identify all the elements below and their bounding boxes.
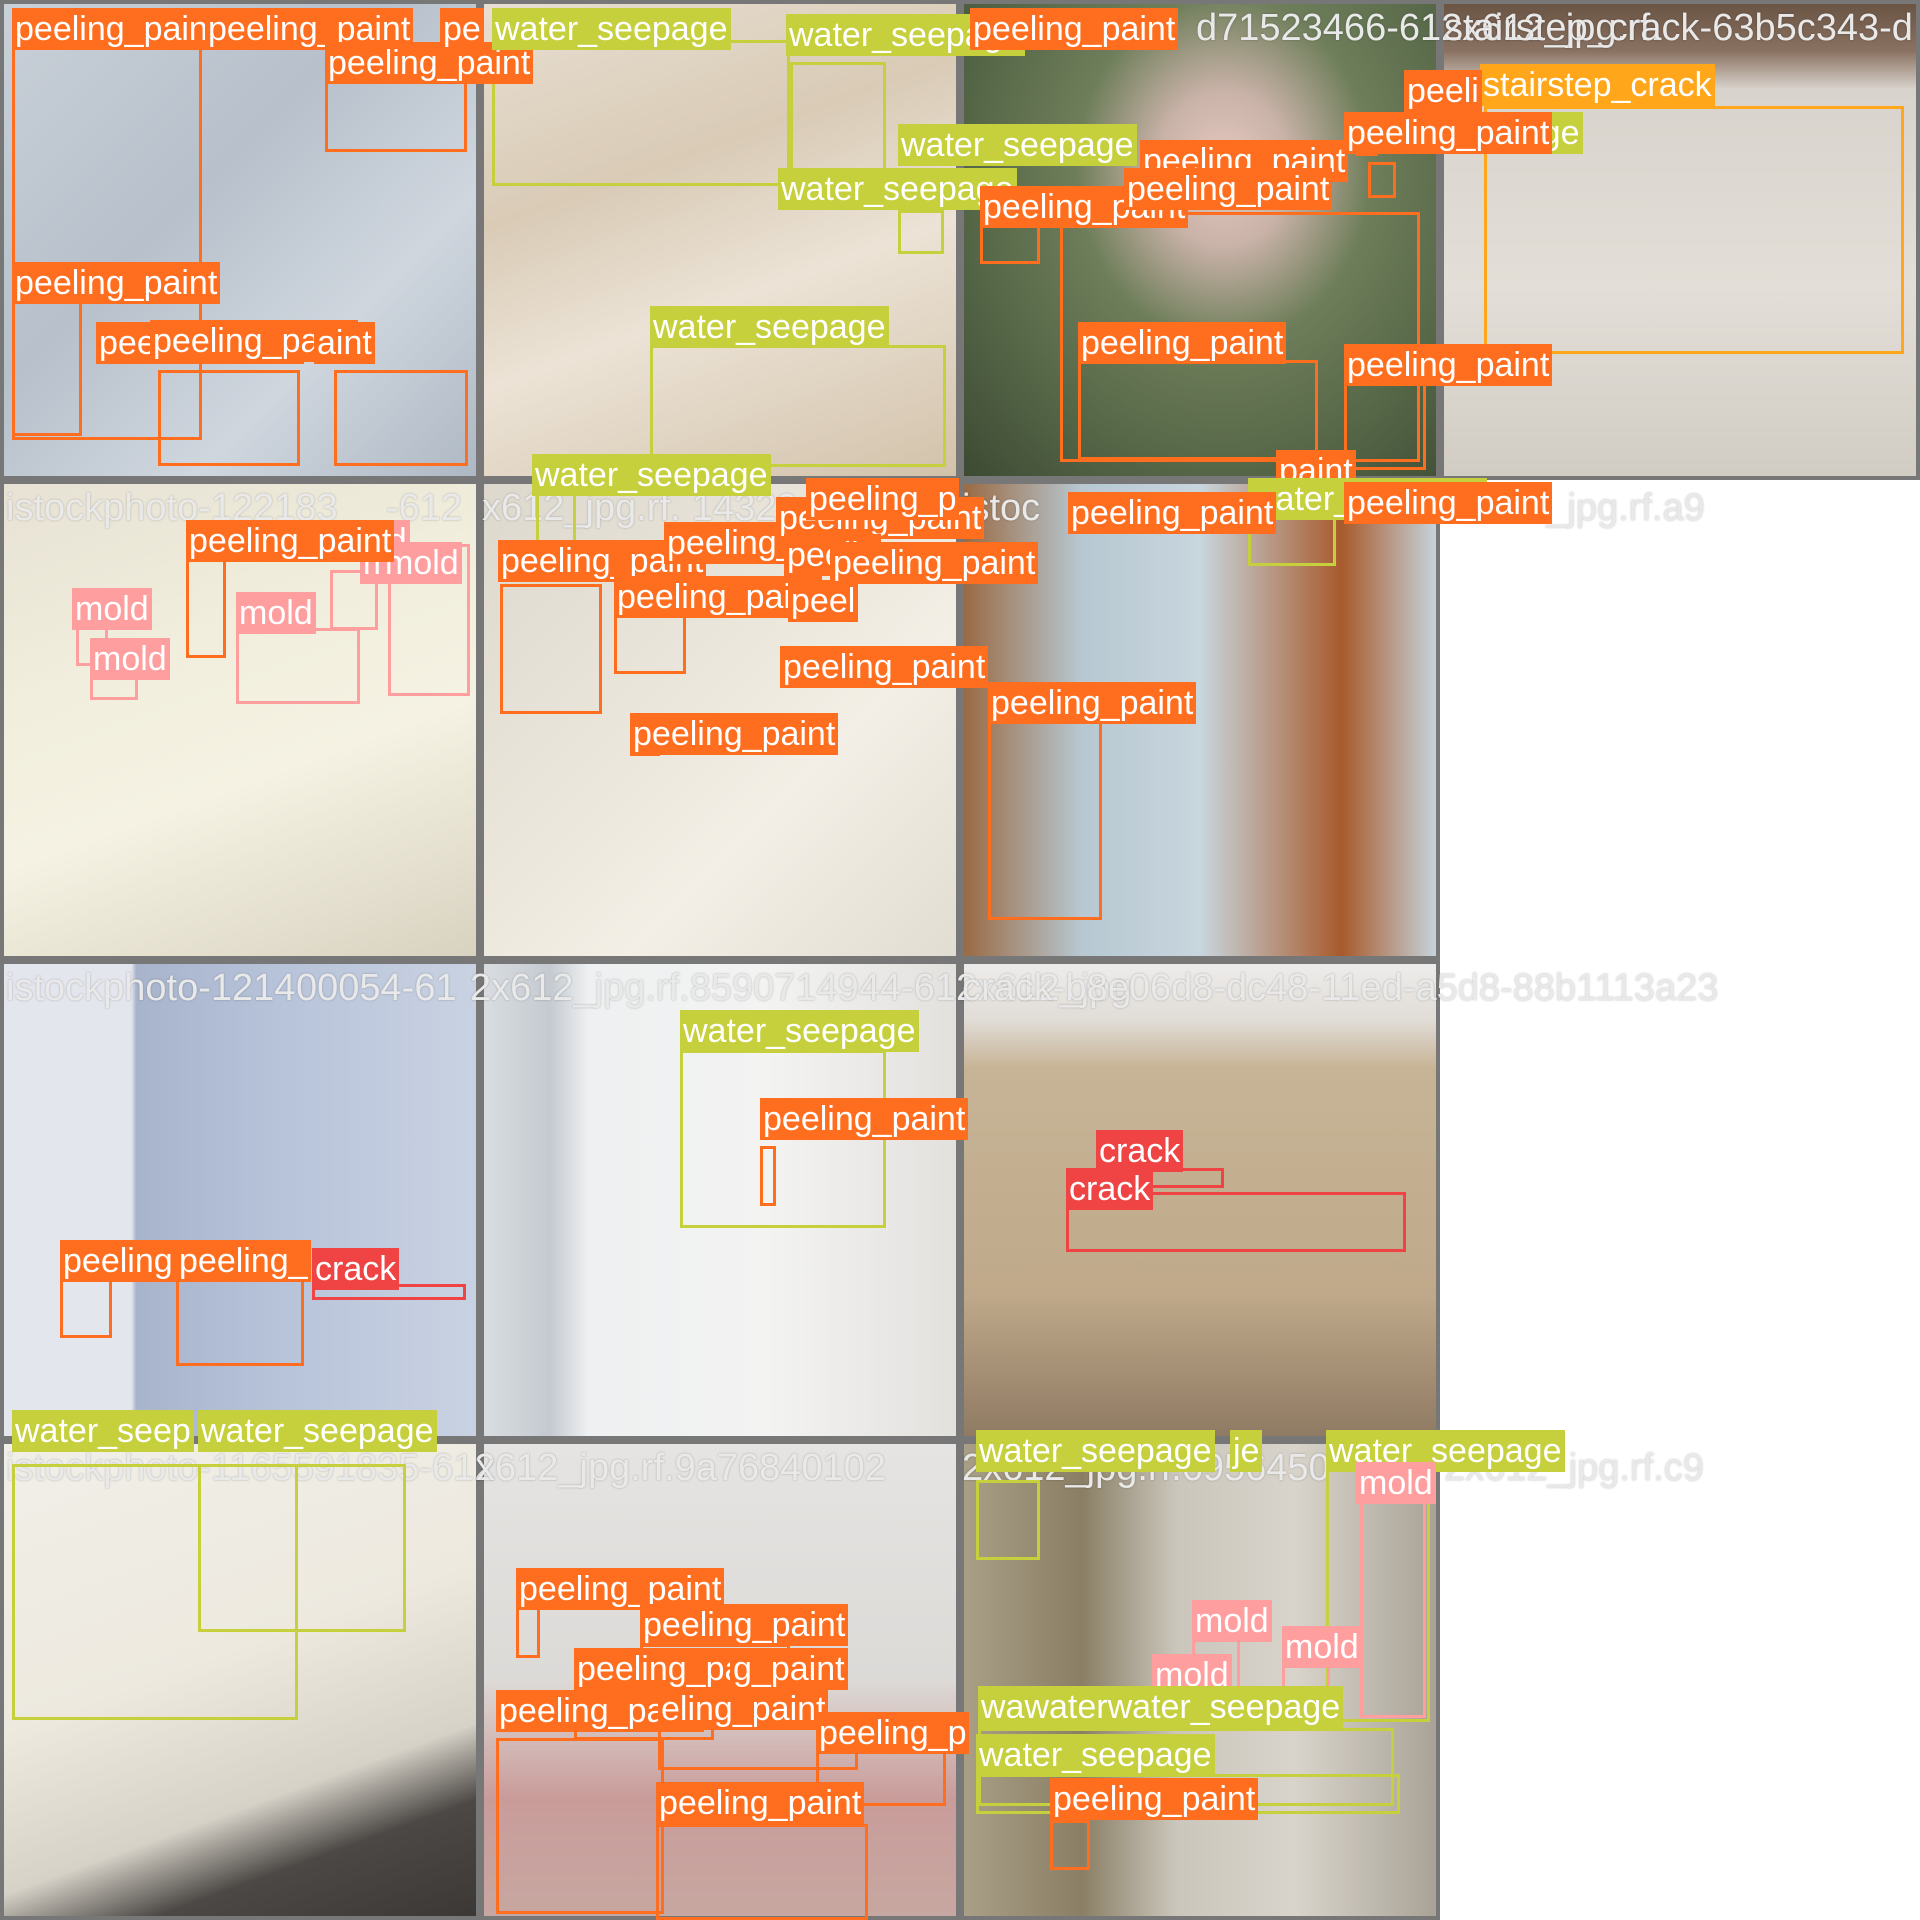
detection-box [988, 690, 1102, 920]
detection-label: peeling_paint [656, 1782, 865, 1824]
detection-label: peeling_ [176, 1240, 311, 1282]
detection-box [516, 1602, 540, 1658]
detection-box [198, 1464, 406, 1632]
detection-label: peeling [60, 1240, 176, 1282]
detection-box [325, 78, 467, 152]
detection-label: crack [1096, 1130, 1184, 1172]
detection-label: peeling_paint [1344, 482, 1553, 524]
detection-label: g_paint [730, 1648, 848, 1690]
detection-box [496, 1738, 664, 1914]
detection-label: mold [1192, 1600, 1272, 1642]
detection-label: peeling_paint [12, 8, 221, 50]
detection-label: crack [1066, 1168, 1154, 1210]
detection-box [790, 62, 886, 178]
detection-label: crack [312, 1248, 400, 1290]
detection-label: peeling_paint [1344, 344, 1553, 386]
detection-label: peel [788, 580, 859, 622]
detection-box [760, 1146, 776, 1206]
detection-label: pe [440, 8, 484, 50]
detection-box [176, 1276, 304, 1366]
detection-label: mold [1356, 1462, 1436, 1504]
detection-box [650, 345, 946, 467]
detection-label: water_seepage [532, 454, 771, 496]
detection-label: peeling_paint [1050, 1778, 1259, 1820]
detection-label: mold [236, 592, 316, 634]
detection-box [500, 584, 602, 714]
detection-box [236, 628, 360, 704]
detection-label: peeling_paint [1124, 168, 1333, 210]
detection-label: peeling_paint [1078, 322, 1287, 364]
detection-box [656, 1824, 868, 1920]
detection-label: mold [1282, 1626, 1362, 1668]
detection-label: peeling_paint [1344, 112, 1553, 154]
detection-label: mold [72, 588, 152, 630]
detection-box [1368, 162, 1396, 198]
detection-mosaic: istockphoto-122183 -612 x612_jpg.rf. 143… [0, 0, 1920, 1920]
detection-label: peeling_p [816, 1712, 970, 1754]
detection-label: water_seepage [898, 124, 1137, 166]
detection-label: peeli [1404, 70, 1482, 112]
detection-label: water_seepage [198, 1410, 437, 1452]
detection-label: peeling_paint [12, 262, 221, 304]
detection-label: water_seepage [650, 306, 889, 348]
detection-box [1078, 360, 1318, 460]
detection-label: stairstep_crack [1480, 64, 1715, 106]
detection-label: peeling_paint [640, 1604, 849, 1646]
detection-box [60, 1278, 112, 1338]
detection-label: peeling_p [806, 478, 960, 520]
image-tile [0, 960, 480, 1440]
detection-box [976, 1480, 1040, 1560]
detection-label: peeling_paint [988, 682, 1197, 724]
detection-box [492, 40, 790, 186]
detection-label: peeling_paint [186, 520, 395, 562]
detection-label: water_seepage [976, 1734, 1215, 1776]
detection-box [12, 296, 82, 436]
detection-box [334, 370, 468, 466]
detection-label: water_seep [12, 1410, 194, 1452]
detection-label: peeling_paint [970, 8, 1179, 50]
detection-label: water_seepage [976, 1430, 1215, 1472]
detection-box [1050, 1820, 1090, 1870]
detection-label: water_seepage [680, 1010, 919, 1052]
detection-label: peeling_paint [780, 646, 989, 688]
detection-label: peeling_paint [830, 542, 1039, 584]
detection-label: aint [314, 322, 375, 364]
detection-label: je [1230, 1430, 1263, 1472]
detection-label: peeling_paint [760, 1098, 969, 1140]
detection-label: eling_paint [658, 1688, 829, 1730]
detection-label: water_seepage [492, 8, 731, 50]
detection-box [898, 210, 944, 254]
detection-box [158, 370, 300, 466]
detection-label: peeling_paint [1068, 492, 1277, 534]
detection-label: mold [90, 638, 170, 680]
detection-label: peeling_paint [630, 713, 839, 755]
detection-box [1344, 380, 1426, 470]
detection-box [1360, 1494, 1426, 1718]
detection-label: wawaterwater_seepage [978, 1686, 1344, 1728]
